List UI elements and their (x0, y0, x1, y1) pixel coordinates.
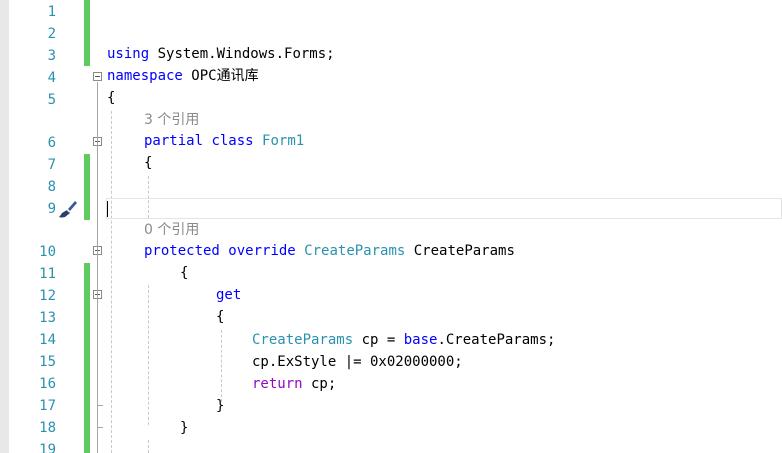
line-number: 5 (47, 92, 56, 108)
text-caret (107, 201, 108, 217)
code-line-17[interactable]: } (216, 395, 224, 417)
codelens-references[interactable]: 3 个引用 (144, 109, 199, 131)
line-number: 9 (47, 201, 56, 217)
editor-left-margin (0, 0, 9, 453)
outline-line-end (97, 405, 103, 406)
code-line-10[interactable]: protected override CreateParams CreatePa… (144, 240, 515, 262)
codelens-references[interactable]: 0 个引用 (144, 219, 199, 241)
line-number: 7 (47, 157, 56, 173)
code-line-13[interactable]: { (216, 306, 224, 328)
paintbrush-icon[interactable] (56, 199, 78, 219)
line-number: 4 (47, 70, 56, 86)
current-line-highlight (106, 198, 782, 219)
code-line-6[interactable]: partial class Form1 (144, 130, 304, 152)
code-line-7[interactable]: { (144, 152, 152, 174)
line-number: 3 (47, 48, 56, 64)
line-number: 15 (39, 354, 56, 370)
change-indicator-bar (84, 154, 90, 220)
outline-line (97, 82, 98, 453)
change-indicator-bar (84, 0, 90, 66)
change-indicator-bar (84, 263, 90, 453)
line-number: 16 (39, 376, 56, 392)
line-number: 11 (39, 266, 56, 282)
line-number: 10 (39, 244, 56, 260)
code-line-14[interactable]: CreateParams cp = base.CreateParams; (252, 329, 555, 351)
line-number: 13 (39, 310, 56, 326)
outline-line-end (97, 427, 103, 428)
code-line-11[interactable]: { (180, 262, 188, 284)
indent-guide (148, 285, 149, 425)
code-line-15[interactable]: cp.ExStyle |= 0x02000000; (252, 351, 463, 373)
code-line-16[interactable]: return cp; (252, 373, 336, 395)
indent-guide (221, 330, 222, 402)
code-editor[interactable]: 1 2 3 4 5 6 7 8 9 10 11 12 13 14 15 16 1… (0, 0, 782, 453)
indent-guide (111, 111, 112, 453)
line-number: 14 (39, 332, 56, 348)
code-line-3[interactable]: using System.Windows.Forms; (107, 43, 335, 65)
code-line-4[interactable]: namespace OPC通讯库 (107, 65, 259, 87)
line-number: 1 (47, 4, 56, 20)
line-number: 17 (39, 398, 56, 414)
code-line-5[interactable]: { (107, 87, 115, 109)
line-number: 6 (47, 135, 56, 151)
line-number: 2 (47, 26, 56, 42)
line-number: 8 (47, 179, 56, 195)
line-number: 19 (39, 442, 56, 453)
code-line-18[interactable]: } (180, 417, 188, 439)
indent-guide (148, 440, 149, 453)
line-number: 12 (39, 288, 56, 304)
collapse-minus-icon[interactable] (93, 72, 102, 81)
line-number: 18 (39, 420, 56, 436)
code-line-12[interactable]: get (216, 284, 241, 306)
